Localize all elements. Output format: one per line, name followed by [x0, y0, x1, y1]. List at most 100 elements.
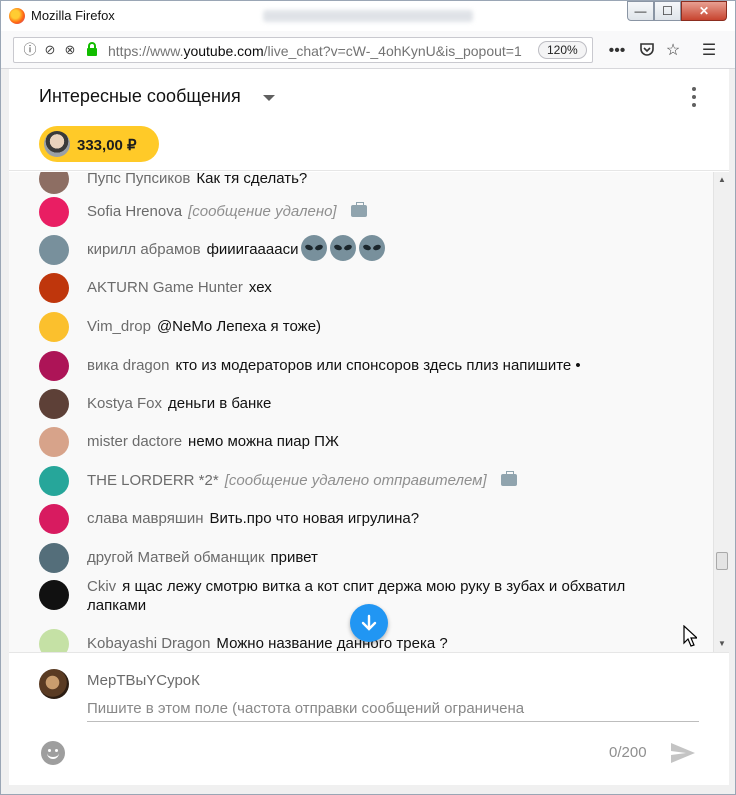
avatar[interactable] [39, 273, 69, 303]
chat-mode-title[interactable]: Интересные сообщения [39, 86, 241, 107]
scrollbar[interactable]: ▲ ▼ [713, 172, 729, 652]
more-icon[interactable]: ••• [607, 41, 627, 61]
composer-user-name: МерТВыYСуроК [87, 672, 200, 689]
message-line: Ckiv я щас лежу смотрю витка а кот спит д… [87, 577, 687, 615]
avatar[interactable] [39, 235, 69, 265]
close-icon: ✕ [698, 4, 710, 18]
message-input[interactable] [87, 696, 699, 722]
pocket-icon[interactable] [637, 41, 657, 61]
char-counter: 0/200 [609, 744, 647, 761]
live-chat: Интересные сообщения 333,00 ₽ Пупс Пупси… [9, 69, 729, 785]
avatar[interactable] [39, 629, 69, 652]
chat-composer: МерТВыYСуроК 0/200 [9, 652, 729, 785]
avatar[interactable] [39, 312, 69, 342]
message-text: кто из модераторов или спонсоров здесь п… [175, 357, 581, 374]
message-author[interactable]: AKTURN Game Hunter [87, 279, 243, 296]
autoplay-blocked-icon[interactable]: ⊗ [62, 42, 78, 58]
blurred-title-area [263, 10, 473, 22]
message-author[interactable]: Пупс Пупсиков [87, 172, 190, 187]
message-text: [сообщение удалено] [188, 203, 337, 220]
avatar[interactable] [39, 197, 69, 227]
superchat-amount: 333,00 ₽ [77, 137, 137, 154]
message-text: Как тя сделать? [196, 172, 308, 187]
browser-window: Mozilla Firefox — ☐ ✕ ⓘ ⊘ ⊗ https://www.… [0, 0, 736, 795]
lock-icon[interactable] [84, 42, 100, 58]
message-line: THE LORDERR *2* [сообщение удалено отправ… [87, 471, 687, 490]
message-text: немо можна пиар ПЖ [188, 433, 339, 450]
alien-emoji-icon [330, 235, 357, 261]
chevron-down-icon[interactable] [263, 95, 275, 101]
message-line: кирилл абрамов фииигааааси [87, 235, 687, 261]
message-line: AKTURN Game Hunter хех [87, 278, 687, 297]
message-line: Sofia Hrenova [сообщение удалено] [87, 202, 687, 221]
message-author[interactable]: Kobayashi Dragon [87, 635, 210, 652]
minimize-icon: — [634, 4, 647, 18]
chat-menu-button[interactable] [689, 85, 699, 109]
title-bar: Mozilla Firefox — ☐ ✕ [1, 1, 735, 31]
window-title: Mozilla Firefox [31, 8, 115, 23]
message-text: хех [248, 279, 272, 296]
message-line: другой Матвей обманщик привет [87, 548, 687, 567]
avatar [44, 131, 70, 157]
message-author[interactable]: кирилл абрамов [87, 241, 201, 258]
avatar[interactable] [39, 172, 69, 194]
chat-header: Интересные сообщения 333,00 ₽ [9, 69, 729, 171]
send-icon[interactable] [669, 741, 697, 765]
message-text: [сообщение удалено отправителем] [224, 472, 487, 489]
permissions-icon[interactable]: ⊘ [42, 42, 58, 58]
url-text[interactable]: https://www.youtube.com/live_chat?v=cW-_… [108, 43, 522, 59]
message-line: вика dragon кто из модераторов или спонсо… [87, 356, 687, 375]
avatar[interactable] [39, 389, 69, 419]
message-author[interactable]: вика dragon [87, 357, 169, 374]
message-author[interactable]: THE LORDERR *2* [87, 472, 219, 489]
message-author[interactable]: Kostya Fox [87, 395, 162, 412]
message-text: @NeMo Лепеха я тоже) [156, 318, 322, 335]
url-prefix: https://www. [108, 43, 184, 59]
arrow-down-icon [361, 614, 377, 631]
briefcase-icon [500, 471, 517, 486]
avatar[interactable] [39, 543, 69, 573]
avatar[interactable] [39, 427, 69, 457]
message-line: Kostya Fox деньги в банке [87, 394, 687, 413]
message-line: mister dactore немо можна пиар ПЖ [87, 432, 687, 451]
message-line: слава мавряшин Вить.про что новая игрулин… [87, 509, 687, 528]
scrollbar-thumb[interactable] [716, 552, 728, 570]
alien-emoji-icon [359, 235, 386, 261]
close-button[interactable]: ✕ [681, 1, 727, 21]
zoom-level[interactable]: 120% [538, 41, 587, 59]
menu-icon[interactable]: ☰ [699, 41, 719, 61]
url-bar[interactable]: ⓘ ⊘ ⊗ https://www.youtube.com/live_chat?… [13, 37, 593, 63]
bookmark-star-icon[interactable]: ☆ [663, 41, 683, 61]
minimize-button[interactable]: — [627, 1, 654, 21]
message-author[interactable]: mister dactore [87, 433, 182, 450]
maximize-icon: ☐ [662, 4, 673, 18]
avatar[interactable] [39, 466, 69, 496]
message-text: Вить.про что новая игрулина? [209, 510, 420, 527]
emoji-icon[interactable] [41, 741, 65, 765]
message-author[interactable]: Vim_drop [87, 318, 151, 335]
avatar[interactable] [39, 504, 69, 534]
message-author[interactable]: другой Матвей обманщик [87, 549, 265, 566]
info-icon[interactable]: ⓘ [22, 42, 38, 58]
jump-to-bottom-button[interactable] [350, 604, 388, 642]
message-list[interactable]: Пупс Пупсиков Как тя сделать? Sofia Hrenov… [9, 172, 713, 652]
maximize-button[interactable]: ☐ [654, 1, 681, 21]
superchat-ticker[interactable]: 333,00 ₽ [39, 126, 159, 162]
scroll-down-icon[interactable]: ▼ [718, 639, 726, 648]
navigation-bar: ⓘ ⊘ ⊗ https://www.youtube.com/live_chat?… [1, 31, 735, 69]
message-line: Kobayashi Dragon Можно название данного т… [87, 634, 687, 652]
message-line: Пупс Пупсиков Как тя сделать? [87, 172, 687, 188]
briefcase-icon [350, 202, 367, 217]
message-text: фииигааааси [206, 241, 299, 258]
avatar[interactable] [39, 351, 69, 381]
message-author[interactable]: слава мавряшин [87, 510, 204, 527]
message-text: Можно название данного трека ? [216, 635, 448, 652]
firefox-icon [9, 8, 25, 24]
message-author[interactable]: Ckiv [87, 578, 116, 595]
avatar[interactable] [39, 580, 69, 610]
alien-emoji-icon [301, 235, 328, 261]
url-domain: youtube.com [183, 43, 264, 59]
mouse-cursor-icon [683, 625, 697, 647]
message-author[interactable]: Sofia Hrenova [87, 203, 182, 220]
scroll-up-icon[interactable]: ▲ [718, 175, 726, 184]
